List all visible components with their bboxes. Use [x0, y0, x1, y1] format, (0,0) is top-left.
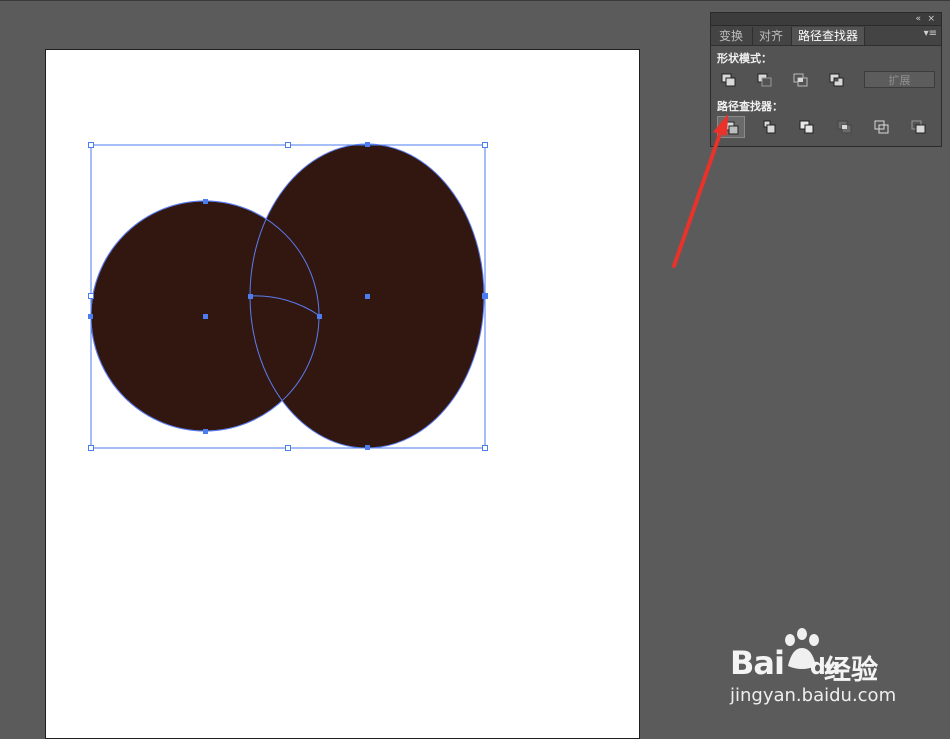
watermark-url: jingyan.baidu.com — [730, 685, 897, 706]
baidu-logo-part1: Bai — [730, 644, 785, 682]
jingyan-brand: 经验 — [824, 655, 878, 686]
baidu-logo: Bai du — [730, 644, 840, 682]
annotation-arrow — [672, 114, 728, 268]
baidu-jingyan-watermark: Bai du 经验 jingyan.baidu.com — [728, 628, 903, 708]
